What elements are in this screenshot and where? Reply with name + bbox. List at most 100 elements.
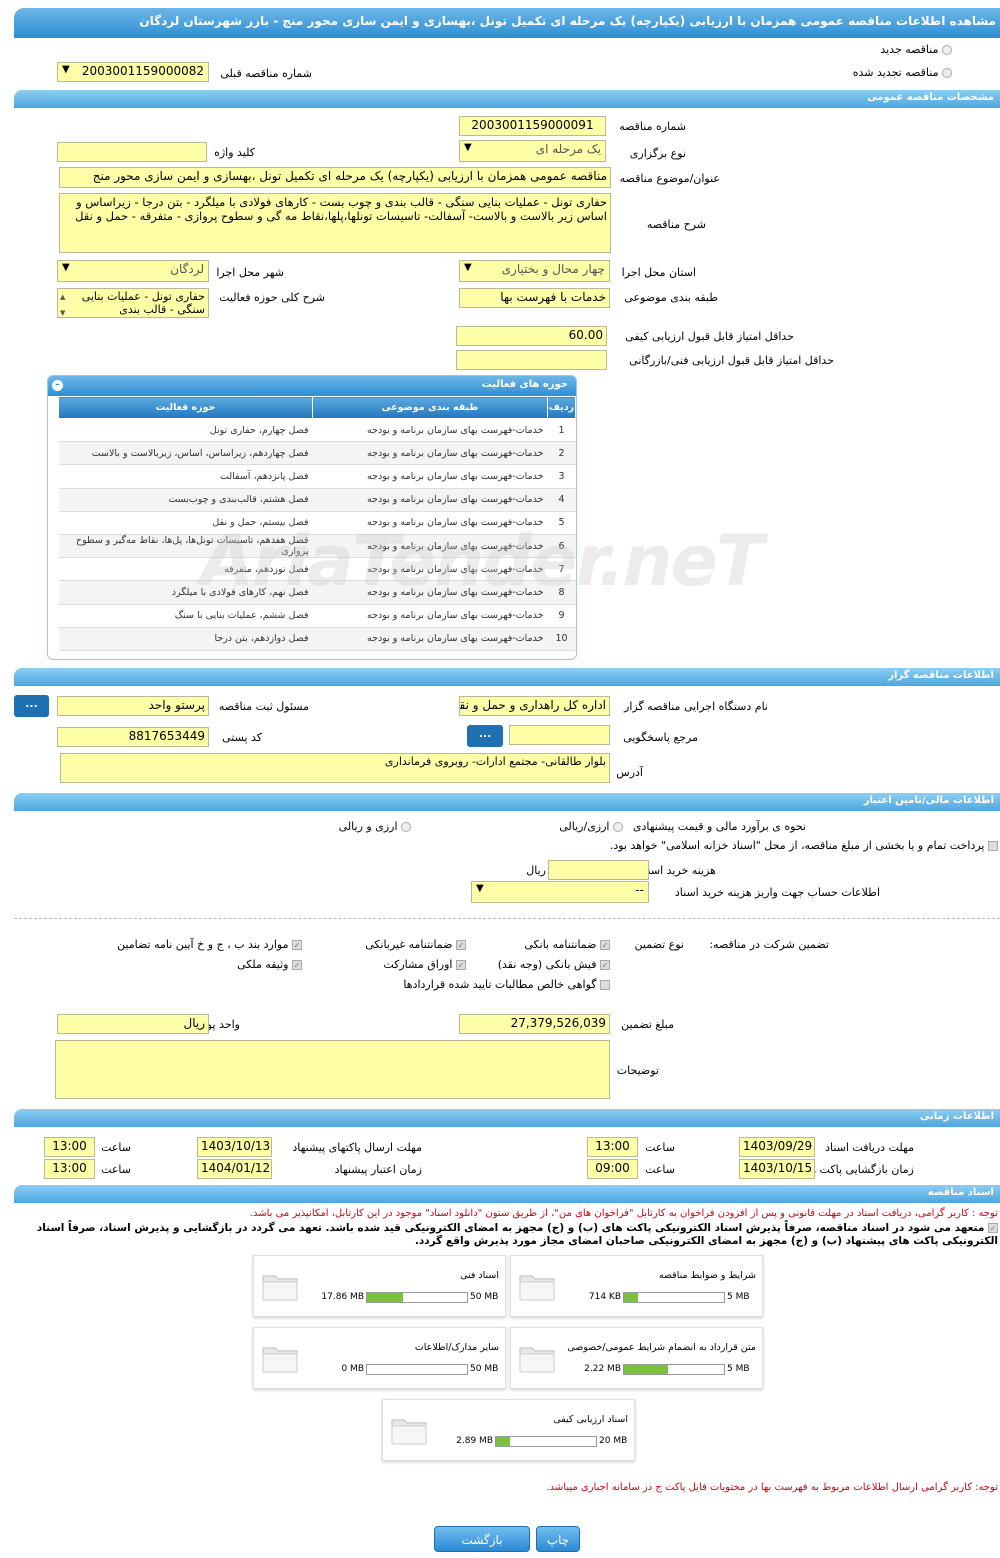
file-card-contract[interactable]: متن قرارداد به انضمام شرایط عمومی/خصوصی … <box>510 1327 763 1389</box>
ref-field[interactable] <box>509 725 610 745</box>
folder-icon <box>262 1347 298 1373</box>
chevron-down-icon: ▼ <box>464 262 472 273</box>
org-field[interactable]: اداره کل راهداری و حمل و نقل <box>459 696 610 716</box>
chevron-down-icon: ▼ <box>62 64 70 75</box>
send-date-field[interactable]: 1403/10/13 <box>197 1137 272 1157</box>
est-option-1[interactable]: ارزی/ریالی <box>559 820 623 833</box>
open-time-field[interactable]: 09:00 <box>587 1159 638 1179</box>
collapse-icon[interactable]: – <box>52 380 63 391</box>
min-tech-field[interactable] <box>456 350 607 370</box>
resp-field[interactable]: پرستو واحد <box>57 696 209 716</box>
table-row: 1 خدمات-فهرست بهای سازمان برنامه و بودجه ف… <box>58 418 576 443</box>
min-tech-label: حداقل امتیاز قابل قبول ارزیابی فنی/بازرگ… <box>629 354 834 367</box>
table-row: 3 خدمات-فهرست بهای سازمان برنامه و بودجه ف… <box>58 464 576 489</box>
amount-label: مبلغ تضمین <box>621 1018 674 1031</box>
new-tender-label: مناقصه جدید <box>880 43 939 56</box>
table-row: 4 خدمات-فهرست بهای سازمان برنامه و بودجه ف… <box>58 488 576 512</box>
prev-number-select[interactable]: ▼ 2003001159000082 <box>57 62 209 82</box>
guarantee-label: تضمین شرکت در مناقصه: <box>709 938 829 951</box>
folder-icon <box>519 1275 555 1301</box>
province-select[interactable]: ▼ چهار محال و بختیاری <box>459 260 610 282</box>
valid-label: زمان اعتبار پیشنهاد <box>334 1163 422 1176</box>
est-label: نحوه ی برآورد مالی و قیمت پیشنهادی <box>632 820 806 833</box>
open-date-field[interactable]: 1403/10/15 <box>739 1159 815 1179</box>
subject-field[interactable]: مناقصه عمومی همزمان با ارزیابی (یکپارچه)… <box>59 167 611 188</box>
time-label: ساعت <box>645 1163 675 1176</box>
type-label: نوع برگزاری <box>629 147 686 160</box>
addr-field[interactable]: بلوار طالقانی- مجتمع ادارات- روبروی فرما… <box>60 753 610 783</box>
send-label: مهلت ارسال پاکتهای پیشنهاد <box>292 1141 422 1154</box>
resp-lookup-button[interactable]: ... <box>14 695 49 717</box>
guarantee-option[interactable]: ✓ اوراق مشارکت <box>383 958 466 971</box>
file-progress-bar <box>495 1436 597 1447</box>
folder-icon <box>262 1275 298 1301</box>
category-field[interactable]: خدمات با فهرست بها <box>459 288 610 308</box>
notes-label: توضیحات <box>616 1064 659 1077</box>
guarantee-option[interactable]: ✓ ضمانتنامه بانکی <box>524 938 610 951</box>
treasury-checkbox[interactable]: پرداخت تمام و یا بخشی از مبلغ مناقصه، از… <box>610 839 998 852</box>
commit-checkbox[interactable]: ✓ متعهد می شود در اسناد مناقصه، صرفاً پذ… <box>14 1222 998 1248</box>
back-button[interactable]: بازگشت <box>434 1526 530 1552</box>
ref-label: مرجع پاسخگویی <box>623 731 698 744</box>
guarantee-option[interactable]: گواهی خالص مطالبات تایید شده قراردادها <box>403 978 610 991</box>
guarantee-option[interactable]: ✓ موارد بند ب ، ج و خ آیین نامه تضامین <box>117 938 302 951</box>
file-card-other[interactable]: سایر مدارک/اطلاعات 0 MB 50 MB <box>253 1327 506 1389</box>
file-card-quality[interactable]: اسناد ارزیابی کیفی 2.89 MB 20 MB <box>382 1399 635 1461</box>
chevron-down-icon: ▼ <box>464 142 472 153</box>
keyword-field[interactable] <box>57 142 207 162</box>
scope-field[interactable]: حفاری تونل - عملیات بنایی سنگی - قالب بن… <box>57 288 209 318</box>
file-card-technical[interactable]: اسناد فنی 17.86 MB 50 MB <box>253 1255 506 1317</box>
file-card-terms[interactable]: شرایط و ضوابط مناقصه 714 KB 5 MB <box>510 1255 763 1317</box>
desc-label: شرح مناقصه <box>646 218 706 231</box>
fee-label: هزینه خرید اسناد <box>639 864 716 877</box>
city-select[interactable]: ▼ لردگان <box>57 260 209 282</box>
scroll-up-icon[interactable]: ▲ <box>60 291 65 304</box>
table-row: 2 خدمات-فهرست بهای سازمان برنامه و بودجه ف… <box>58 441 576 466</box>
unit-field[interactable]: ریال <box>57 1014 209 1034</box>
docs-note: توجه : کاربر گرامی، دریافت اسناد در مهلت… <box>249 1208 998 1219</box>
subject-label: عنوان/موضوع مناقصه <box>619 172 720 185</box>
est-option-2[interactable]: ارزی و ریالی <box>339 820 411 833</box>
chevron-down-icon: ▼ <box>62 262 70 273</box>
time-label: ساعت <box>101 1163 131 1176</box>
min-quality-field[interactable]: 60.00 <box>456 326 607 346</box>
docs-note-2: توجه: کاربر گرامی ارسال اطلاعات مربوط به… <box>546 1482 998 1493</box>
ref-lookup-button[interactable]: ... <box>467 725 503 747</box>
timing-section-header: اطلاعات زمانی <box>14 1109 1000 1127</box>
addr-label: آدرس <box>616 766 643 779</box>
guarantee-type-label: نوع تضمین <box>634 938 684 951</box>
min-quality-label: حداقل امتیاز قابل قبول ارزیابی کیفی <box>625 330 794 343</box>
amount-field[interactable]: 27,379,526,039 <box>459 1014 610 1034</box>
scope-label: شرح کلی حوزه فعالیت <box>219 291 325 304</box>
number-label: شماره مناقصه <box>619 120 686 133</box>
category-label: طبقه بندی موضوعی <box>624 291 718 304</box>
table-row: 10 خدمات-فهرست بهای سازمان برنامه و بودجه… <box>58 627 576 651</box>
send-time-field[interactable]: 13:00 <box>44 1137 95 1157</box>
watermark: AriaTender.neT <box>200 520 764 602</box>
acct-select[interactable]: ▼ -- <box>471 881 649 903</box>
postal-field[interactable]: 8817653449 <box>57 727 209 747</box>
scroll-down-icon[interactable]: ▼ <box>60 307 65 317</box>
city-label: شهر محل اجرا <box>216 266 284 279</box>
notes-field[interactable] <box>55 1040 610 1099</box>
new-tender-radio[interactable]: مناقصه جدید <box>880 43 952 56</box>
time-label: ساعت <box>645 1141 675 1154</box>
valid-date-field[interactable]: 1404/01/12 <box>197 1159 272 1179</box>
file-progress-bar <box>366 1364 468 1375</box>
guarantee-option[interactable]: ✓ فیش بانکی (وجه نقد) <box>498 958 610 971</box>
recv-date-field[interactable]: 1403/09/29 <box>739 1137 815 1157</box>
valid-time-field[interactable]: 13:00 <box>44 1159 95 1179</box>
guarantee-option[interactable]: ✓ وثیقه ملکی <box>237 958 302 971</box>
col-row-header: ردیف <box>547 396 576 419</box>
guarantee-option[interactable]: ✓ ضمانتنامه غیربانکی <box>365 938 466 951</box>
recv-time-field[interactable]: 13:00 <box>587 1137 638 1157</box>
file-progress-bar <box>623 1364 725 1375</box>
print-button[interactable]: چاپ <box>536 1526 580 1552</box>
tender-number-field[interactable]: 2003001159000091 <box>459 116 606 136</box>
desc-field[interactable]: حفاری تونل - عملیات بنایی سنگی - قالب بن… <box>59 193 611 253</box>
renewed-tender-radio[interactable]: مناقصه تجدید شده <box>853 66 952 79</box>
col-scope-header: حوزه فعالیت <box>58 396 313 419</box>
finance-section-header: اطلاعات مالی/تامین اعتبار <box>14 793 1000 811</box>
fee-field[interactable] <box>548 860 649 880</box>
type-select[interactable]: ▼ یک مرحله ای <box>459 140 606 162</box>
